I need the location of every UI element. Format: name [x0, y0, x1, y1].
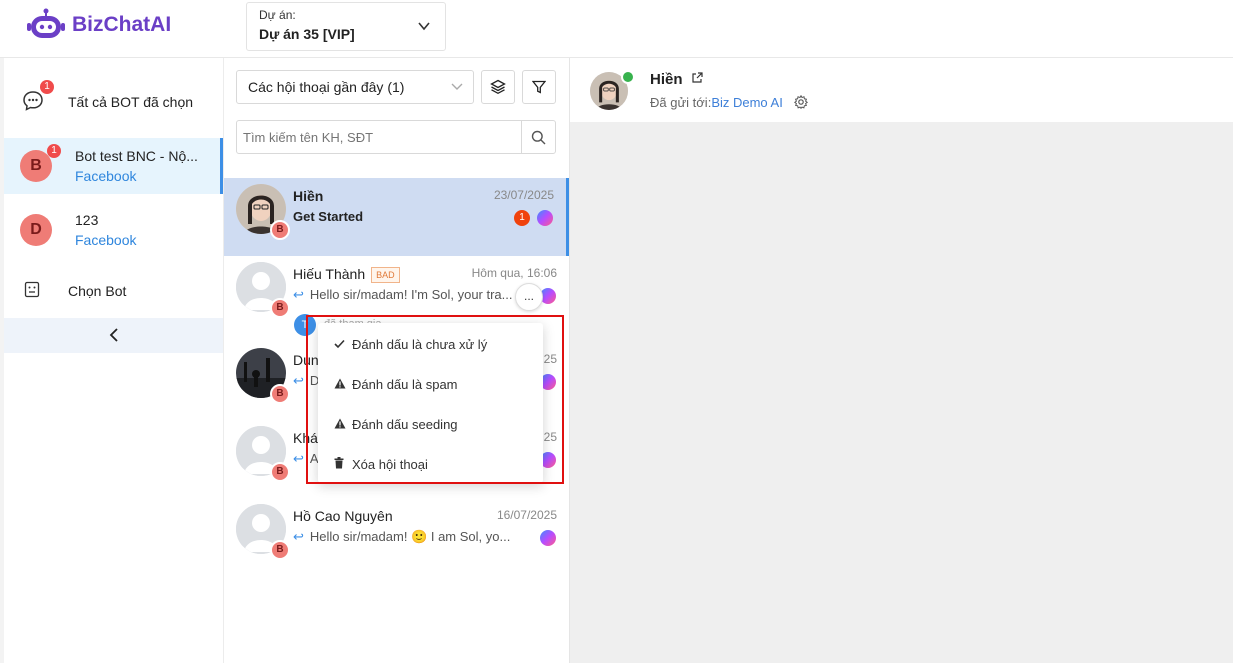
layers-button[interactable] — [481, 70, 515, 104]
bot-platform: Facebook — [75, 168, 137, 184]
search-icon — [531, 130, 546, 144]
reply-icon: ↩ — [293, 451, 304, 466]
bot-mini-avatar: B — [270, 298, 290, 318]
robot-icon — [24, 281, 40, 298]
sidebar-item-bot-test-bnc[interactable]: B 1 Bot test BNC - Nộ... Facebook — [4, 138, 223, 194]
project-value: Dự án 35 [VIP] — [259, 26, 355, 42]
project-label: Dự án: — [259, 8, 296, 22]
collapse-sidebar-button[interactable] — [4, 318, 223, 353]
bot-mini-avatar: B — [270, 384, 290, 404]
conversation-item[interactable]: B Hiền 23/07/2025 Get Started 1 — [224, 178, 569, 256]
more-actions-button[interactable]: ... — [515, 283, 543, 311]
bot-badge: 1 — [47, 144, 61, 158]
all-bots-badge: 1 — [40, 80, 54, 94]
layers-icon — [490, 79, 506, 95]
warning-icon — [334, 417, 352, 432]
bot-mini-avatar: B — [270, 220, 290, 240]
conversation-item[interactable]: B Hồ Cao Nguyên 16/07/2025 ↩ Hello sir/ma… — [224, 498, 569, 576]
gear-icon[interactable] — [794, 94, 809, 110]
sidebar-item-all-bots[interactable]: 1 Tất cả BOT đã chọn — [4, 72, 223, 130]
conversation-context-menu: Đánh dấu là chưa xử lý Đánh dấu là spam … — [318, 323, 543, 483]
bot-mini-avatar: B — [270, 462, 290, 482]
sent-to-bot-link[interactable]: Biz Demo AI — [711, 95, 783, 110]
menu-item-mark-unprocessed[interactable]: Đánh dấu là chưa xử lý — [334, 337, 487, 352]
sidebar-item-label: Chọn Bot — [68, 283, 127, 299]
last-message: Get Started — [293, 209, 364, 224]
reply-icon: ↩ — [293, 529, 304, 544]
last-message: ↩ Hello sir/madam! 🙂 I am Sol, yo... — [293, 529, 511, 544]
chevron-left-icon — [109, 328, 118, 342]
sent-to-line: Đã gửi tới:Biz Demo AI — [650, 94, 809, 110]
customer-name: Dun — [293, 352, 319, 368]
search-box — [236, 120, 556, 154]
assignee-avatar: T — [294, 314, 316, 336]
funnel-icon — [532, 80, 546, 94]
menu-item-mark-seeding[interactable]: Đánh dấu seeding — [334, 417, 458, 432]
sidebar-item-label: Tất cả BOT đã chọn — [68, 94, 194, 110]
menu-item-mark-spam[interactable]: Đánh dấu là spam — [334, 377, 458, 392]
customer-name: Hiền — [293, 188, 324, 204]
conversation-time: Hôm qua, 16:06 — [471, 266, 557, 280]
conversation-filter-select[interactable]: Các hội thoại gần đây (1) — [236, 70, 474, 104]
sidebar-item-choose-bot[interactable]: Chọn Bot — [4, 273, 223, 309]
brand-name: BizChatAI — [72, 13, 172, 36]
search-input[interactable] — [237, 121, 523, 153]
project-selector[interactable]: Dự án: Dự án 35 [VIP] — [246, 2, 446, 51]
check-icon — [334, 337, 352, 352]
filter-button[interactable] — [522, 70, 556, 104]
chat-customer-name: Hiền — [650, 71, 703, 88]
last-message: ↩ A — [293, 451, 319, 466]
filter-value: Các hội thoại gần đây (1) — [248, 79, 405, 95]
last-message: ↩ D — [293, 373, 320, 388]
customer-name: Hồ Cao Nguyên — [293, 508, 393, 524]
bad-tag: BAD — [371, 267, 400, 284]
bot-platform: Facebook — [75, 232, 137, 248]
messenger-icon — [537, 210, 553, 226]
bot-mini-avatar: B — [270, 540, 290, 560]
bot-name: 123 — [75, 212, 99, 228]
customer-name: Khá — [293, 430, 318, 446]
reply-icon: ↩ — [293, 287, 304, 302]
conversation-time: 25 — [543, 430, 557, 444]
chat-header: Hiền Đã gửi tới:Biz Demo AI — [570, 58, 1233, 122]
bot-sidebar: 1 Tất cả BOT đã chọn B 1 Bot test BNC - … — [4, 58, 224, 663]
conversation-time: 16/07/2025 — [496, 508, 557, 522]
external-link-icon[interactable] — [691, 72, 703, 84]
trash-icon — [334, 457, 352, 472]
conversation-time: 25 — [543, 352, 557, 366]
chevron-down-icon — [418, 22, 430, 31]
chat-area: Hiền Đã gửi tới:Biz Demo AI — [569, 58, 1233, 663]
bot-name: Bot test BNC - Nộ... — [75, 148, 198, 164]
chat-bubble-icon — [23, 91, 43, 111]
last-message: ↩ Hello sir/madam! I'm Sol, your tra... — [293, 287, 513, 302]
logo[interactable]: BizChatAI — [26, 8, 171, 42]
customer-name: Hiếu Thành BAD — [293, 266, 400, 284]
online-status-icon — [621, 70, 635, 84]
reply-icon: ↩ — [293, 373, 304, 388]
bot-avatar: D — [20, 214, 52, 246]
search-button[interactable] — [521, 121, 555, 153]
sidebar-item-bot-123[interactable]: D 123 Facebook — [4, 202, 223, 258]
messenger-icon — [540, 530, 556, 546]
conversation-time: 23/07/2025 — [493, 188, 554, 202]
top-bar: BizChatAI Dự án: Dự án 35 [VIP] — [0, 0, 1233, 58]
warning-icon — [334, 377, 352, 392]
chevron-down-icon — [451, 83, 463, 90]
robot-logo-icon — [27, 8, 65, 38]
unread-badge: 1 — [514, 210, 530, 226]
menu-item-delete-conversation[interactable]: Xóa hội thoại — [334, 457, 428, 472]
